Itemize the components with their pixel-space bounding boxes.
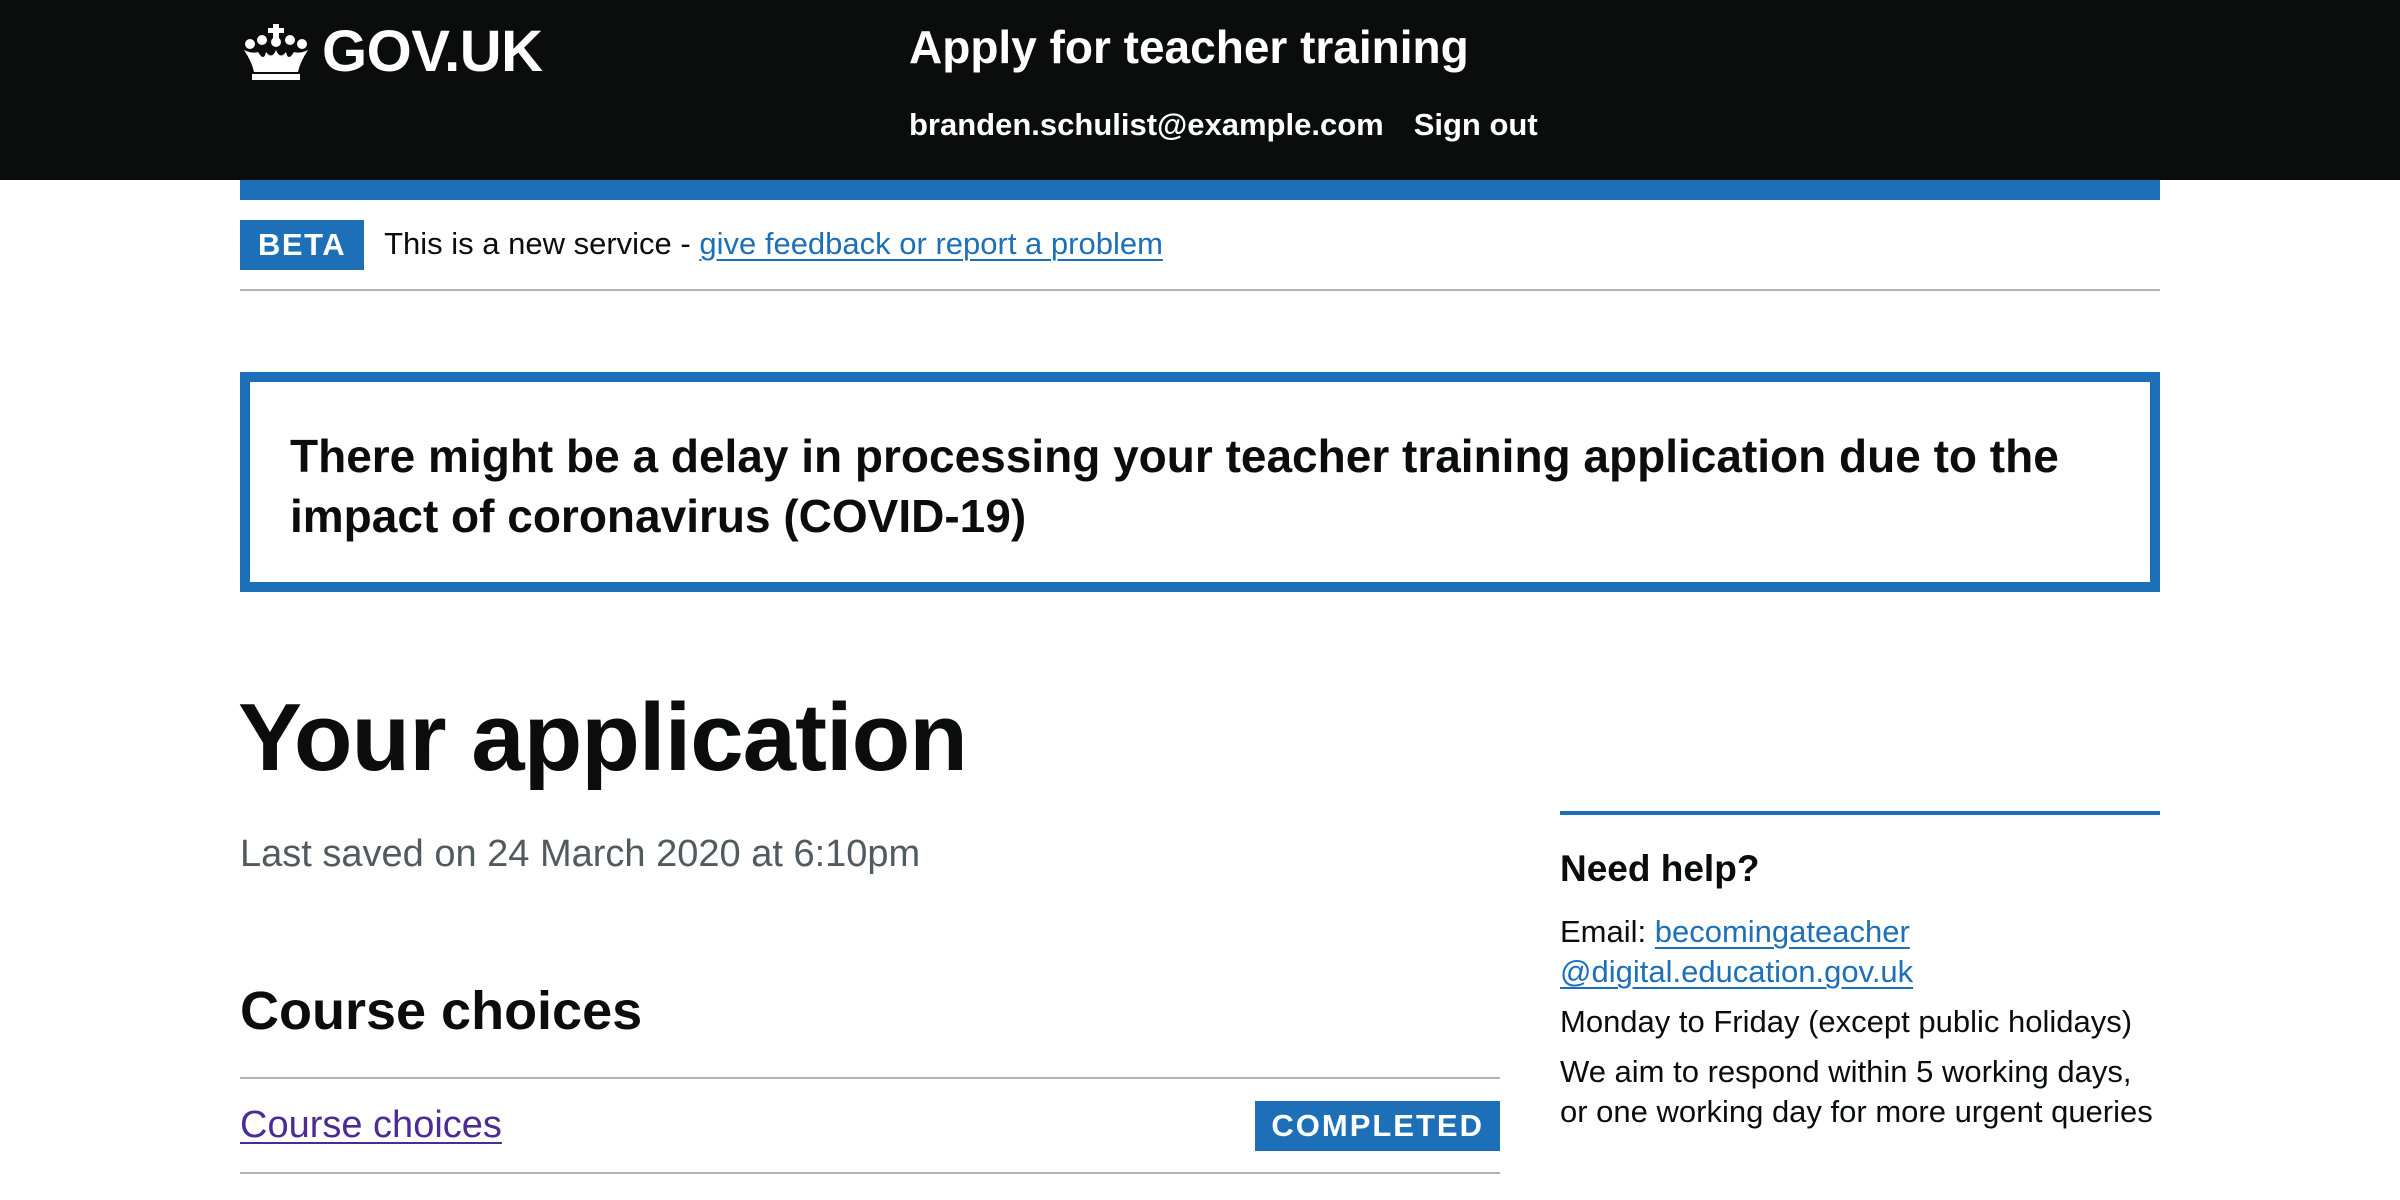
help-email-label: Email: [1560,914,1655,949]
service-name-link[interactable]: Apply for teacher training [909,20,1469,74]
phase-banner-text: This is a new service - give feedback or… [384,226,1163,262]
help-email: Email: becomingateacher @digital.educatio… [1560,912,2160,992]
need-help-heading: Need help? [1560,848,1760,889]
course-choices-link[interactable]: Course choices [240,1104,502,1147]
account-email-link[interactable]: branden.schulist@example.com [909,107,1384,143]
status-badge: COMPLETED [1255,1100,1500,1151]
header-blue-bar [240,180,2160,200]
section-heading-course-choices: Course choices [240,981,643,1041]
last-saved-text: Last saved on 24 March 2020 at 6:10pm [240,833,921,875]
need-help-sidebar: Need help? Email: becomingateacher @digit… [1560,811,2160,1142]
header-nav: branden.schulist@example.com Sign out [909,107,1538,143]
logo-text: GOV.UK [322,19,543,84]
page-title: Your application [238,684,968,791]
help-hours: Monday to Friday (except public holidays… [1560,1004,2133,1039]
phase-banner: BETA This is a new service - give feedba… [240,220,2160,291]
notification-heading: There might be a delay in processing you… [290,430,2059,542]
govuk-logo-link[interactable]: GOV.UK [240,18,543,85]
crown-icon [244,23,308,80]
help-response-time: We aim to respond within 5 working days,… [1560,1054,2153,1129]
beta-tag: BETA [240,220,365,270]
help-email-part1: becomingateacher [1654,914,1910,949]
covid-notification-banner: There might be a delay in processing you… [240,372,2160,592]
phase-banner-message: This is a new service - [384,226,700,261]
help-email-part2: @digital.education.gov.uk [1560,954,1914,989]
sign-out-link[interactable]: Sign out [1414,107,1538,143]
feedback-link[interactable]: give feedback or report a problem [699,226,1163,261]
task-list: Course choices COMPLETED [240,1077,1500,1174]
site-header: GOV.UK Apply for teacher training brande… [0,0,2400,180]
task-row-course-choices: Course choices COMPLETED [240,1079,1500,1174]
